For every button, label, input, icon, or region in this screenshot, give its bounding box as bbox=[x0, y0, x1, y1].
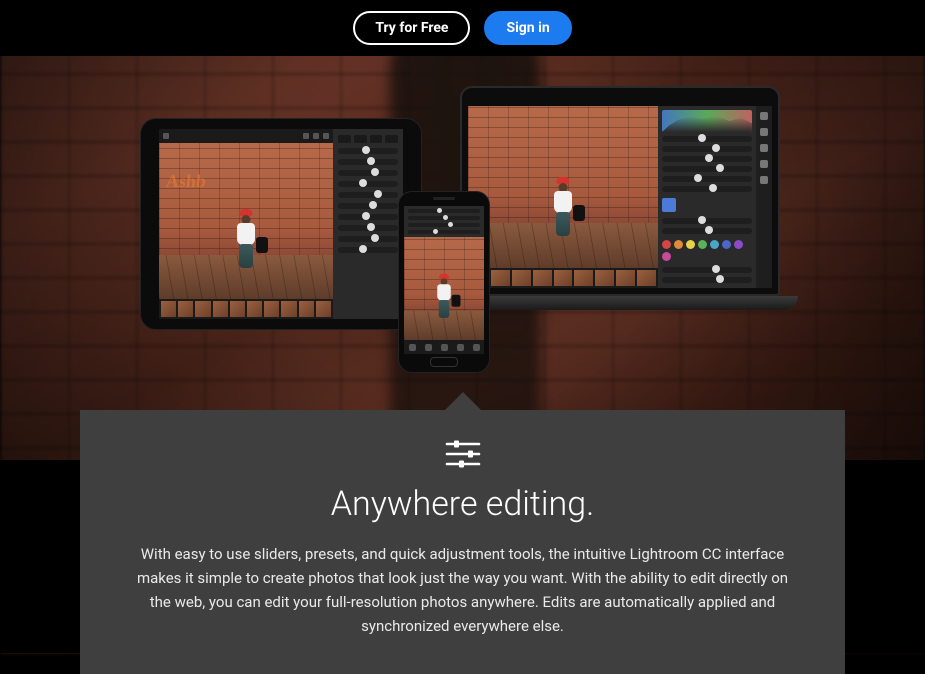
slider-contrast[interactable] bbox=[408, 216, 480, 220]
phone-edit-panel bbox=[404, 206, 484, 237]
sign-in-button[interactable]: Sign in bbox=[484, 11, 571, 45]
slider-tint[interactable] bbox=[338, 225, 398, 231]
feature-description: With easy to use sliders, presets, and q… bbox=[133, 542, 793, 638]
slider-highlights[interactable] bbox=[408, 223, 480, 227]
tool-gradient-icon[interactable] bbox=[760, 160, 768, 168]
slider-contrast[interactable] bbox=[338, 159, 398, 165]
photo-graffiti-text: Ashb bbox=[165, 171, 207, 192]
crop-icon[interactable] bbox=[425, 344, 432, 351]
feature-card-container: Anywhere editing. With easy to use slide… bbox=[80, 392, 845, 674]
tool-crop-icon[interactable] bbox=[760, 112, 768, 120]
laptop-edit-panel bbox=[658, 106, 756, 288]
slider-temp[interactable] bbox=[662, 218, 752, 224]
feature-title: Anywhere editing. bbox=[122, 484, 803, 524]
slider-temp[interactable] bbox=[338, 214, 398, 220]
card-pointer-arrow bbox=[445, 392, 481, 410]
tool-radial-icon[interactable] bbox=[760, 176, 768, 184]
slider-highlights[interactable] bbox=[338, 170, 398, 176]
slider-exposure[interactable] bbox=[338, 148, 398, 154]
slider-blacks[interactable] bbox=[662, 186, 752, 192]
feature-card: Anywhere editing. With easy to use slide… bbox=[80, 410, 845, 674]
histogram bbox=[662, 110, 752, 132]
slider-saturation[interactable] bbox=[338, 247, 398, 253]
tablet-device: Ashb bbox=[140, 118, 422, 330]
photo-subject-person bbox=[551, 177, 575, 239]
filmstrip-icon[interactable] bbox=[409, 344, 416, 351]
color-mixer-dots[interactable] bbox=[662, 238, 752, 263]
slider-contrast[interactable] bbox=[662, 146, 752, 152]
adjust-icon[interactable] bbox=[441, 344, 448, 351]
color-swatch[interactable] bbox=[662, 198, 676, 212]
photo-subject-person bbox=[435, 273, 453, 320]
photo-subject-person bbox=[234, 209, 258, 271]
slider-highlights[interactable] bbox=[662, 156, 752, 162]
share-icon[interactable] bbox=[473, 344, 480, 351]
tablet-filmstrip[interactable] bbox=[159, 299, 333, 319]
phone-bottom-toolbar bbox=[404, 340, 484, 354]
tablet-top-toolbar bbox=[159, 129, 333, 143]
phone-photo-preview bbox=[404, 237, 484, 340]
phone-device bbox=[398, 191, 490, 373]
laptop-photo-preview bbox=[468, 106, 658, 268]
try-for-free-button[interactable]: Try for Free bbox=[353, 11, 470, 45]
laptop-screen bbox=[460, 86, 780, 296]
slider-exposure[interactable] bbox=[408, 209, 480, 213]
tablet-panel-tabs[interactable] bbox=[338, 135, 398, 143]
device-showcase: Ashb bbox=[0, 56, 925, 396]
laptop-base bbox=[442, 296, 798, 310]
tool-heal-icon[interactable] bbox=[760, 128, 768, 136]
slider-shadows[interactable] bbox=[338, 181, 398, 187]
more-icon[interactable] bbox=[323, 133, 329, 139]
header-bar: Try for Free Sign in bbox=[0, 0, 925, 56]
slider-shadows[interactable] bbox=[408, 230, 480, 234]
presets-icon[interactable] bbox=[457, 344, 464, 351]
back-icon[interactable] bbox=[163, 133, 169, 139]
slider-sat[interactable] bbox=[662, 277, 752, 283]
laptop-device bbox=[460, 86, 780, 310]
slider-whites[interactable] bbox=[662, 176, 752, 182]
slider-whites[interactable] bbox=[338, 192, 398, 198]
slider-vibrance[interactable] bbox=[338, 236, 398, 242]
slider-shadows[interactable] bbox=[662, 166, 752, 172]
laptop-filmstrip[interactable] bbox=[468, 268, 658, 288]
laptop-tool-strip bbox=[756, 106, 772, 288]
slider-hue[interactable] bbox=[662, 267, 752, 273]
sliders-icon bbox=[122, 438, 803, 470]
tool-brush-icon[interactable] bbox=[760, 144, 768, 152]
slider-blacks[interactable] bbox=[338, 203, 398, 209]
info-icon[interactable] bbox=[313, 133, 319, 139]
slider-tint[interactable] bbox=[662, 228, 752, 234]
tablet-edit-panel bbox=[333, 129, 403, 319]
share-icon[interactable] bbox=[303, 133, 309, 139]
slider-exposure[interactable] bbox=[662, 136, 752, 142]
tablet-photo-preview: Ashb bbox=[159, 143, 333, 299]
